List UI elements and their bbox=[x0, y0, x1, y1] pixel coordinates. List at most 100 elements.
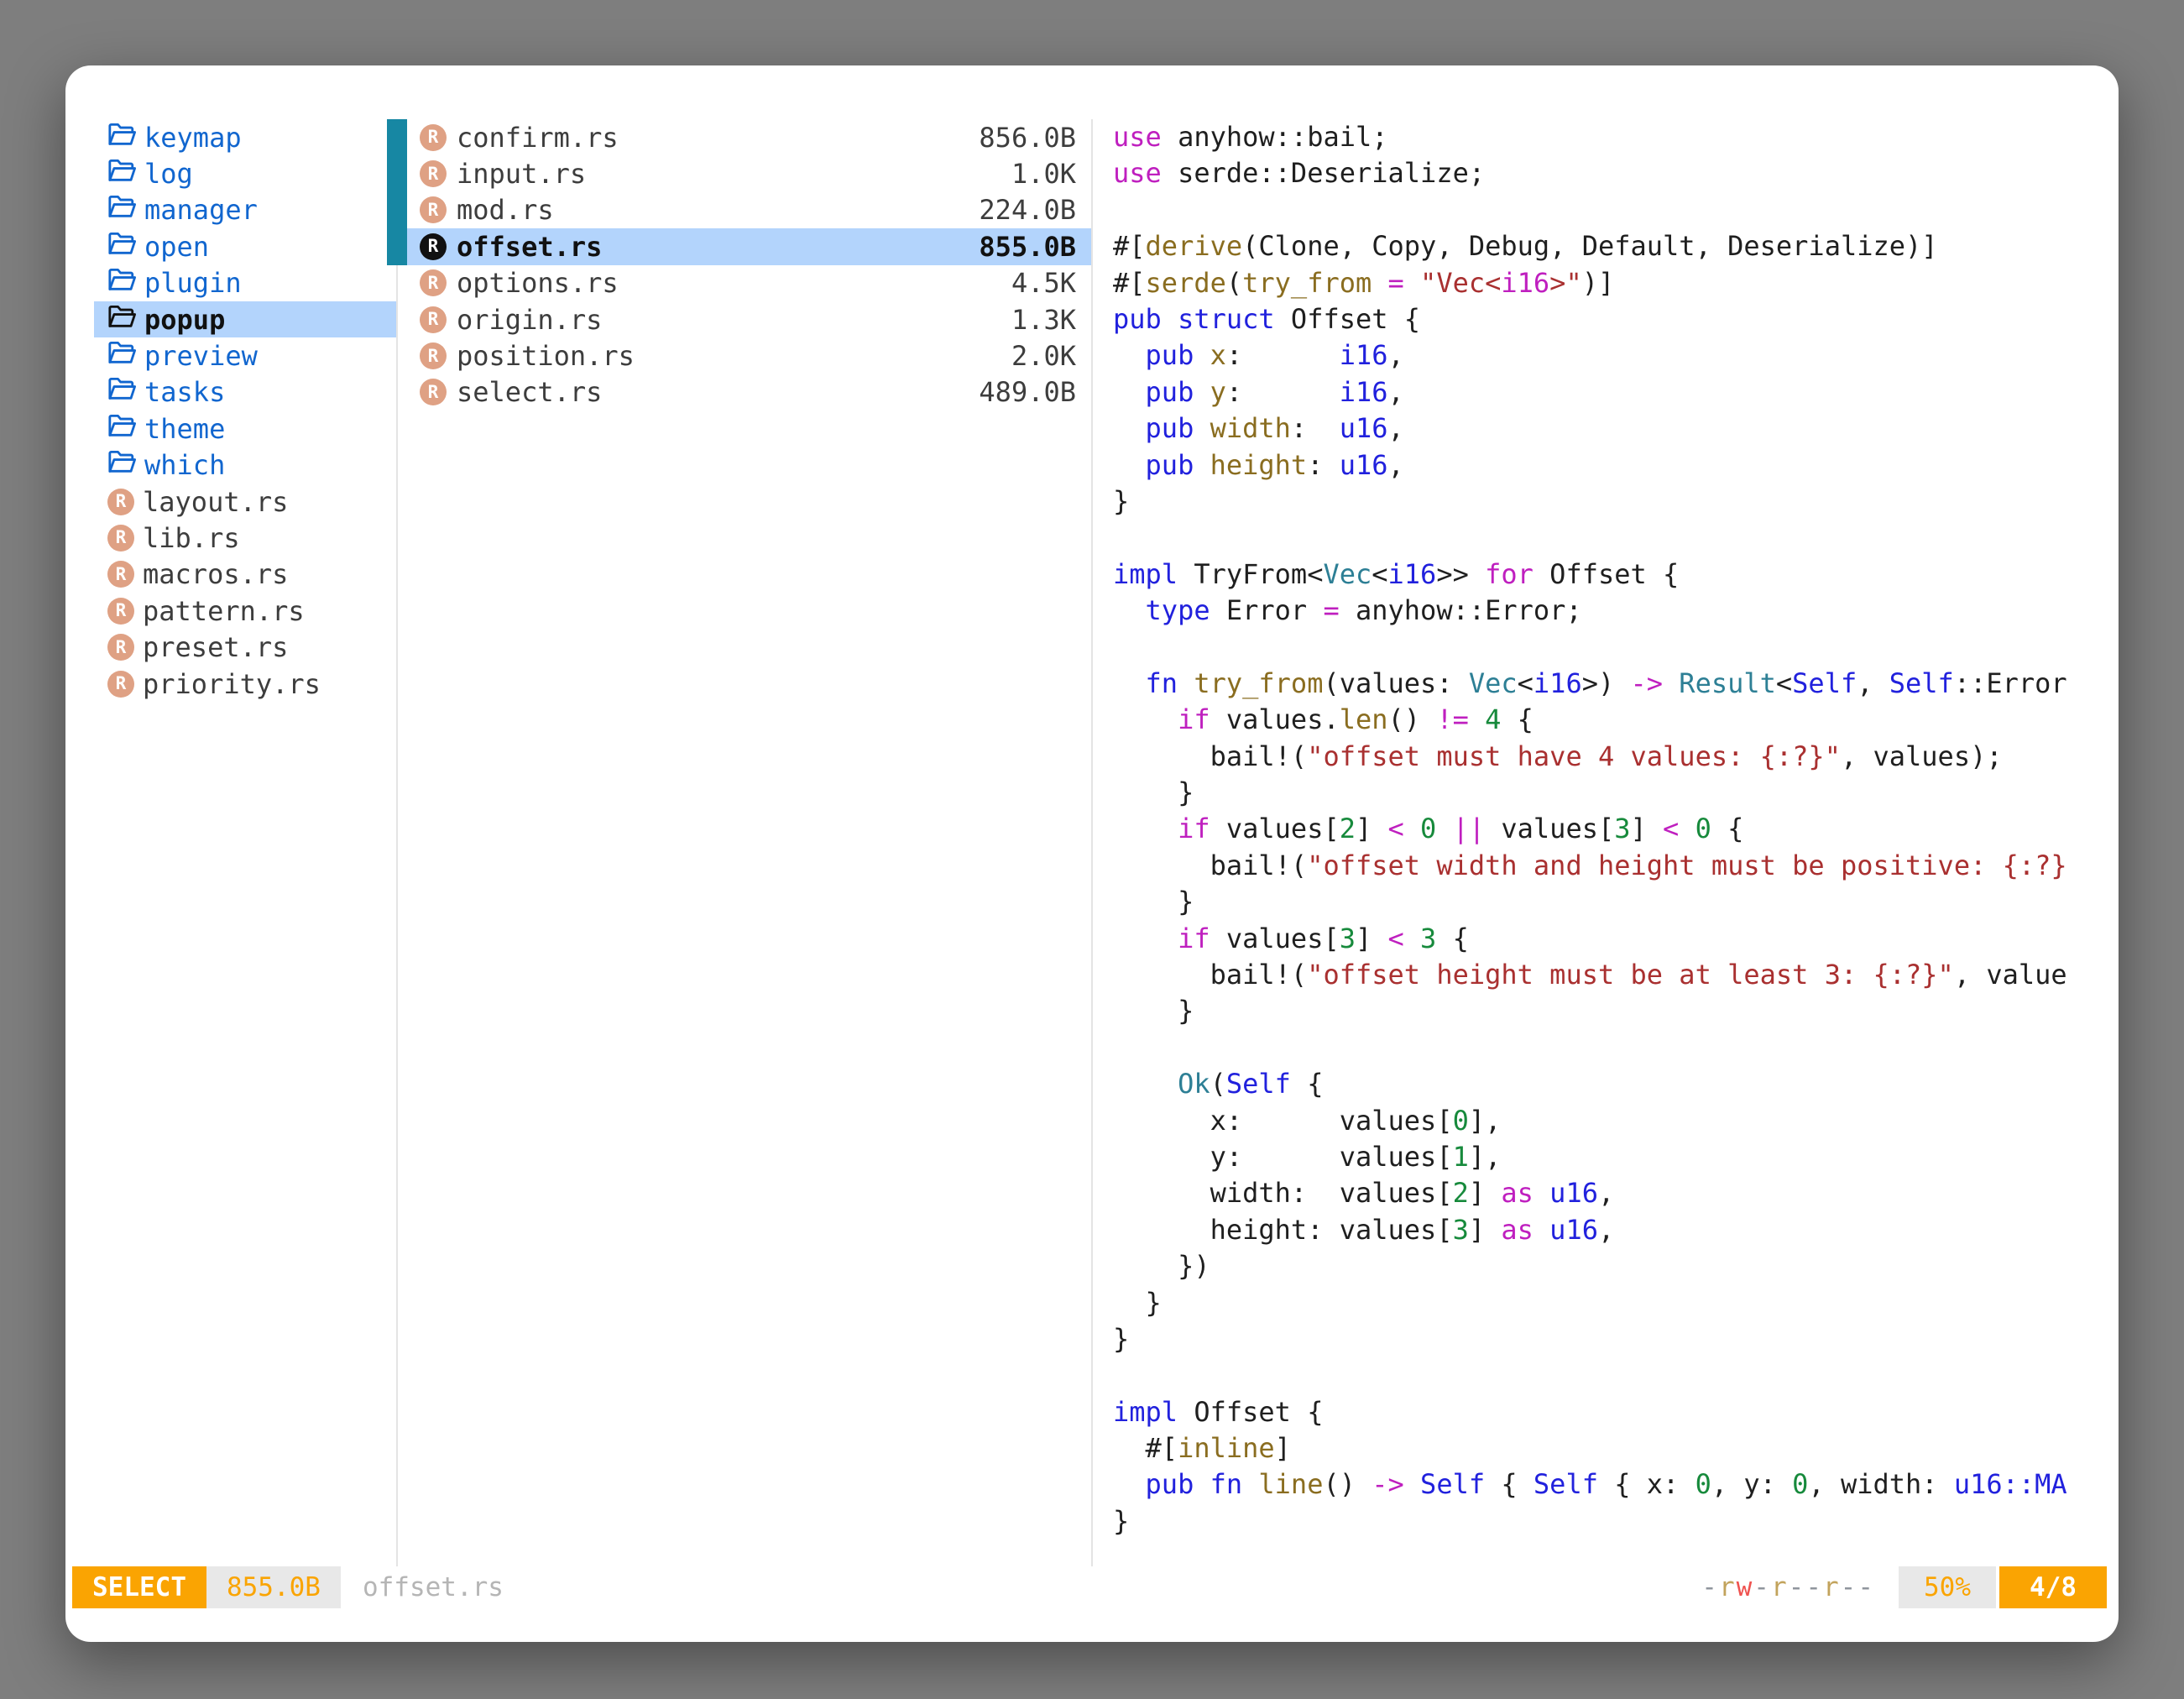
open-folder-icon bbox=[107, 231, 136, 263]
sidebar-folder-popup[interactable]: popup bbox=[94, 301, 396, 337]
sidebar-folder-theme[interactable]: theme bbox=[94, 410, 396, 447]
file-size: 489.0B bbox=[979, 376, 1076, 408]
code-line: impl Offset { bbox=[1113, 1394, 2119, 1430]
cursor-position-badge: 4/8 bbox=[1999, 1566, 2107, 1608]
sidebar-folder-preview[interactable]: preview bbox=[94, 337, 396, 374]
sidebar-folder-log[interactable]: log bbox=[94, 155, 396, 191]
file-label: macros.rs bbox=[143, 558, 288, 590]
sidebar-file-layout.rs[interactable]: Rlayout.rs bbox=[94, 484, 396, 520]
open-folder-icon bbox=[107, 267, 136, 299]
code-line: fn try_from(values: Vec<i16>) -> Result<… bbox=[1113, 666, 2119, 702]
file-row-options.rs[interactable]: Roptions.rs4.5K bbox=[398, 265, 1091, 301]
sidebar-folder-keymap[interactable]: keymap bbox=[94, 119, 396, 155]
code-line: pub fn line() -> Self { Self { x: 0, y: … bbox=[1113, 1466, 2119, 1503]
rust-file-icon: R bbox=[420, 379, 447, 405]
open-folder-icon bbox=[107, 449, 136, 481]
code-line: pub x: i16, bbox=[1113, 337, 2119, 374]
hovered-file-name: offset.rs bbox=[363, 1572, 504, 1602]
parent-directory-pane: keymaplogmanager openpluginpopup preview ta… bbox=[65, 119, 396, 1566]
panes-container: keymaplogmanager openpluginpopup preview ta… bbox=[65, 119, 2119, 1566]
code-line bbox=[1113, 1030, 2119, 1066]
rust-file-icon: R bbox=[107, 561, 134, 588]
code-line: pub height: u16, bbox=[1113, 447, 2119, 484]
file-row-mod.rs[interactable]: Rmod.rs224.0B bbox=[398, 192, 1091, 228]
file-size: 1.0K bbox=[1011, 158, 1076, 190]
sidebar-folder-manager[interactable]: manager bbox=[94, 192, 396, 228]
code-line bbox=[1113, 629, 2119, 665]
code-line: } bbox=[1113, 884, 2119, 920]
open-folder-icon bbox=[107, 340, 136, 372]
rust-file-icon: R bbox=[420, 196, 447, 223]
code-line: } bbox=[1113, 1503, 2119, 1540]
rust-file-icon: R bbox=[420, 306, 447, 333]
file-label: layout.rs bbox=[143, 486, 288, 518]
code-line: y: values[1], bbox=[1113, 1139, 2119, 1175]
rust-file-icon: R bbox=[420, 233, 447, 260]
code-line: } bbox=[1113, 484, 2119, 520]
open-folder-icon bbox=[107, 122, 136, 154]
code-line: height: values[3] as u16, bbox=[1113, 1212, 2119, 1248]
sidebar-file-preset.rs[interactable]: Rpreset.rs bbox=[94, 629, 396, 665]
file-name: position.rs bbox=[457, 340, 635, 372]
sidebar-folder-open[interactable]: open bbox=[94, 228, 396, 264]
sidebar-folder-tasks[interactable]: tasks bbox=[94, 374, 396, 410]
file-name: mod.rs bbox=[457, 194, 554, 226]
code-line: bail!("offset height must be at least 3:… bbox=[1113, 957, 2119, 993]
file-name: origin.rs bbox=[457, 304, 602, 336]
file-size: 856.0B bbox=[979, 122, 1076, 154]
folder-label: manager bbox=[144, 194, 258, 226]
file-row-input.rs[interactable]: Rinput.rs1.0K bbox=[398, 155, 1091, 191]
sidebar-file-lib.rs[interactable]: Rlib.rs bbox=[94, 520, 396, 556]
file-label: priority.rs bbox=[143, 668, 321, 700]
sidebar-file-priority.rs[interactable]: Rpriority.rs bbox=[94, 666, 396, 702]
rust-file-icon: R bbox=[107, 525, 134, 552]
rust-file-icon: R bbox=[107, 598, 134, 625]
code-line: impl TryFrom<Vec<i16>> for Offset { bbox=[1113, 557, 2119, 593]
file-name: select.rs bbox=[457, 376, 602, 408]
folder-label: tasks bbox=[144, 376, 225, 408]
code-line: }) bbox=[1113, 1248, 2119, 1284]
code-line bbox=[1113, 520, 2119, 556]
code-line: if values.len() != 4 { bbox=[1113, 702, 2119, 738]
rust-file-icon: R bbox=[420, 160, 447, 187]
file-size: 855.0B bbox=[979, 231, 1076, 263]
folder-label: preview bbox=[144, 340, 258, 372]
sidebar-file-pattern.rs[interactable]: Rpattern.rs bbox=[94, 593, 396, 629]
file-row-origin.rs[interactable]: Rorigin.rs1.3K bbox=[398, 301, 1091, 337]
sidebar-folder-which[interactable]: which bbox=[94, 447, 396, 484]
code-line: } bbox=[1113, 1285, 2119, 1321]
file-label: pattern.rs bbox=[143, 595, 305, 627]
code-line: } bbox=[1113, 993, 2119, 1029]
file-size: 4.5K bbox=[1011, 267, 1076, 299]
file-row-confirm.rs[interactable]: Rconfirm.rs856.0B bbox=[398, 119, 1091, 155]
folder-label: open bbox=[144, 231, 209, 263]
sidebar-file-macros.rs[interactable]: Rmacros.rs bbox=[94, 557, 396, 593]
file-row-select.rs[interactable]: Rselect.rs 489.0B bbox=[398, 374, 1091, 410]
rust-file-icon: R bbox=[420, 269, 447, 296]
file-permissions: -rw-r--r-- bbox=[1701, 1572, 1875, 1602]
code-line: pub struct Offset { bbox=[1113, 301, 2119, 337]
folder-label: theme bbox=[144, 413, 225, 445]
open-folder-icon bbox=[107, 376, 136, 408]
open-folder-icon bbox=[107, 194, 136, 226]
sidebar-folder-plugin[interactable]: plugin bbox=[94, 265, 396, 301]
code-line: bail!("offset width and height must be p… bbox=[1113, 848, 2119, 884]
file-preview-pane: use anyhow::bail;use serde::Deserialize;… bbox=[1093, 119, 2119, 1566]
selection-marker-bar bbox=[387, 119, 407, 265]
current-directory-pane: Rconfirm.rs856.0BRinput.rs1.0KRmod.rs224… bbox=[396, 119, 1093, 1566]
folder-label: keymap bbox=[144, 122, 242, 154]
rust-file-icon: R bbox=[420, 342, 447, 369]
rust-file-icon: R bbox=[420, 124, 447, 151]
code-line: x: values[0], bbox=[1113, 1103, 2119, 1139]
code-line: #[inline] bbox=[1113, 1430, 2119, 1466]
code-line: if values[2] < 0 || values[3] < 0 { bbox=[1113, 811, 2119, 847]
file-label: preset.rs bbox=[143, 631, 288, 663]
rust-file-icon: R bbox=[107, 671, 134, 698]
code-line: pub width: u16, bbox=[1113, 410, 2119, 447]
folder-label: popup bbox=[144, 304, 225, 336]
code-line: type Error = anyhow::Error; bbox=[1113, 593, 2119, 629]
code-line: } bbox=[1113, 775, 2119, 811]
file-row-offset.rs[interactable]: Roffset.rs855.0B bbox=[398, 228, 1091, 264]
file-row-position.rs[interactable]: Rposition.rs2.0K bbox=[398, 337, 1091, 374]
scroll-percent-badge: 50% bbox=[1899, 1566, 1996, 1608]
